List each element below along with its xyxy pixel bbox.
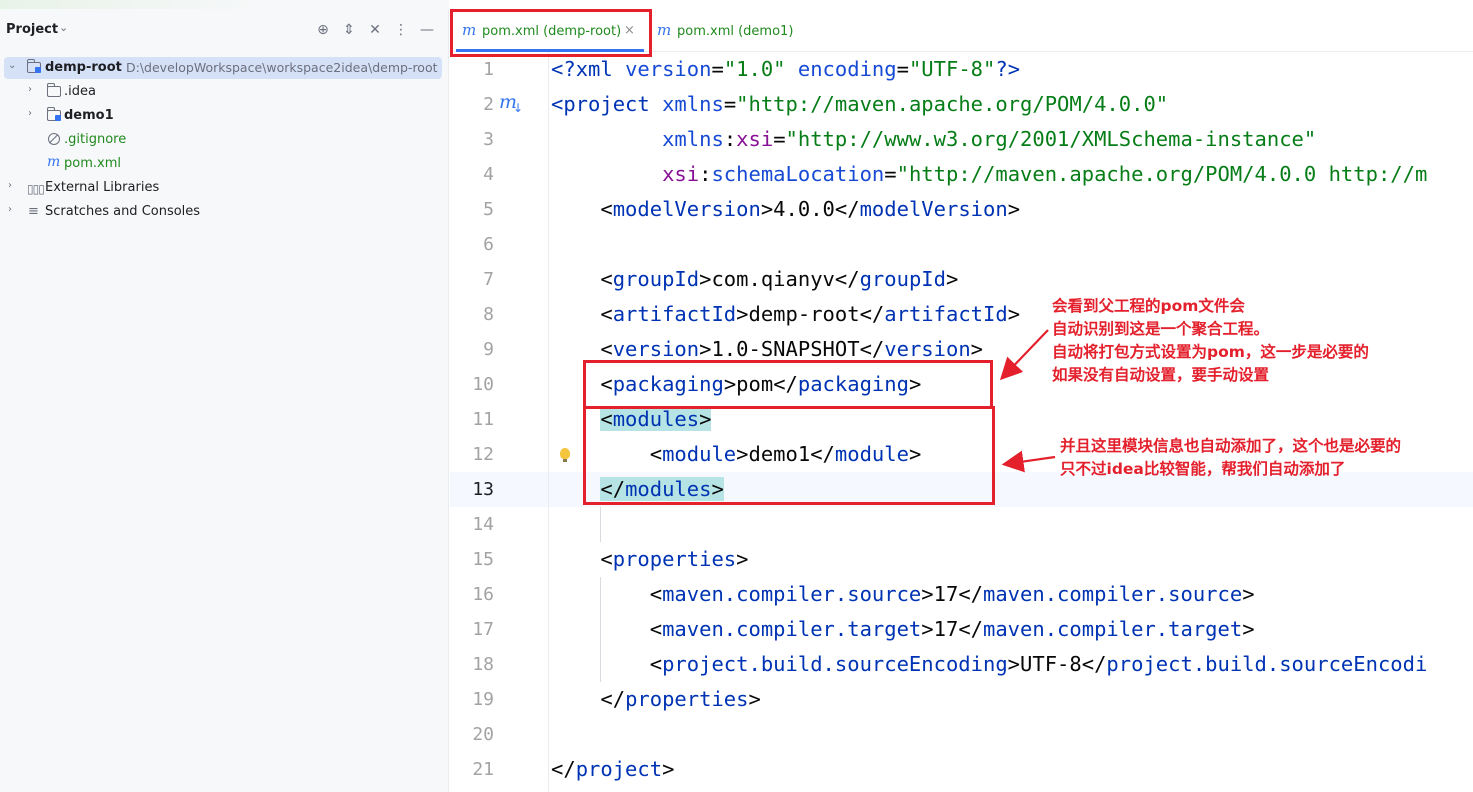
sidebar-top-strip [0, 0, 449, 9]
tree-item-idea[interactable]: › .idea [4, 81, 442, 103]
line-number: 15 [472, 549, 494, 570]
line-number: 17 [472, 619, 494, 640]
line-number: 13 [472, 479, 494, 500]
tab-label: pom.xml (demo1) [677, 24, 794, 39]
chevron-right-icon[interactable]: › [8, 204, 12, 215]
note-line: 并且这里模块信息也自动添加了，这个也是必要的 [1060, 437, 1402, 455]
annotation-note-packaging: 会看到父工程的pom文件会 自动识别到这是一个聚合工程。 自动将打包方式设置为p… [1052, 295, 1369, 387]
line-number: 1 [483, 59, 494, 80]
note-line: 自动将打包方式设置为pom，这一步是必要的 [1052, 343, 1369, 361]
line-number: 19 [472, 689, 494, 710]
tree-item-label: demo1 [64, 108, 114, 123]
note-line: 自动识别到这是一个聚合工程。 [1052, 320, 1270, 338]
line-number: 3 [483, 129, 494, 150]
line-number: 21 [472, 759, 494, 780]
chevron-down-icon[interactable]: ⌄ [8, 60, 16, 71]
code-line: 1 <?xml version="1.0" encoding="UTF-8"?> [450, 52, 1473, 87]
code-line: 17 <maven.compiler.target>17</maven.comp… [450, 612, 1473, 647]
annotation-note-modules: 并且这里模块信息也自动添加了，这个也是必要的 只不过idea比较智能，帮我们自动… [1060, 435, 1401, 481]
tree-item-label: External Libraries [45, 180, 160, 195]
line-number: 8 [483, 304, 494, 325]
code-line: 20 [450, 717, 1473, 752]
line-number: 5 [483, 199, 494, 220]
project-header: Project ⌄ ⊕ ⇕ ✕ ⋮ — [0, 18, 449, 44]
note-line: 如果没有自动设置，要手动设置 [1052, 366, 1270, 384]
line-number: 4 [483, 164, 494, 185]
code-line: 21 </project> [450, 752, 1473, 787]
note-line: 会看到父工程的pom文件会 [1052, 297, 1245, 315]
line-number: 16 [472, 584, 494, 605]
tree-item-label: demp-root [45, 60, 122, 75]
line-number: 12 [472, 444, 494, 465]
annotation-box-packaging [583, 360, 993, 409]
tree-item-demp-root[interactable]: ⌄ demp-root D:\developWorkspace\workspac… [4, 57, 442, 79]
annotation-box-modules [583, 406, 995, 505]
line-number: 6 [483, 234, 494, 255]
code-line: 3 xmlns:xsi="http://www.w3.org/2001/XMLS… [450, 122, 1473, 157]
code-line: 19 </properties> [450, 682, 1473, 717]
tree-item-gitignore[interactable]: .gitignore [4, 129, 442, 151]
more-options-icon[interactable]: ⋮ [391, 20, 411, 40]
tree-item-label: Scratches and Consoles [45, 204, 201, 219]
annotation-box-tab [450, 9, 652, 57]
line-number: 14 [472, 514, 494, 535]
line-number: 10 [472, 374, 494, 395]
line-number: 9 [483, 339, 494, 360]
chevron-right-icon[interactable]: › [28, 108, 32, 119]
tree-item-path: D:\developWorkspace\workspace2idea\demp-… [126, 60, 438, 75]
tree-item-label: .gitignore [64, 132, 127, 147]
tab-pom-demo1[interactable]: m pom.xml (demo1) [650, 10, 800, 52]
code-line: 15 <properties> [450, 542, 1473, 577]
code-line: 2 m ↓ <project xmlns="http://maven.apach… [450, 87, 1473, 122]
code-line: 7 <groupId>com.qianyv</groupId> [450, 262, 1473, 297]
collapse-all-icon[interactable]: ✕ [365, 20, 385, 40]
line-number: 20 [472, 724, 494, 745]
library-icon: ▯▯▯ [27, 182, 45, 196]
tree-item-label: .idea [64, 84, 96, 99]
tree-item-external-libraries[interactable]: › ▯▯▯ External Libraries [4, 177, 442, 199]
folder-icon [46, 83, 62, 99]
code-line: 4 xsi:schemaLocation="http://maven.apach… [450, 157, 1473, 192]
scratches-icon: ≡ [28, 204, 39, 219]
code-line: 14 [450, 507, 1473, 542]
line-number: 11 [472, 409, 494, 430]
code-line: 16 <maven.compiler.source>17</maven.comp… [450, 577, 1473, 612]
ignore-file-icon [46, 131, 62, 147]
line-number: 18 [472, 654, 494, 675]
module-folder-icon [46, 107, 62, 123]
minimize-icon[interactable]: — [417, 20, 437, 40]
code-line: 18 <project.build.sourceEncoding>UTF-8</… [450, 647, 1473, 682]
note-line: 只不过idea比较智能，帮我们自动添加了 [1060, 460, 1346, 478]
arrow-down-icon: ↓ [513, 101, 524, 115]
expand-all-icon[interactable]: ⇕ [339, 20, 359, 40]
project-tool-window: Project ⌄ ⊕ ⇕ ✕ ⋮ — ⌄ demp-root D:\devel… [0, 0, 449, 792]
tree-item-pom-xml[interactable]: m pom.xml [4, 153, 442, 175]
chevron-right-icon[interactable]: › [8, 180, 12, 191]
tree-item-label: pom.xml [64, 156, 121, 171]
chevron-right-icon[interactable]: › [28, 84, 32, 95]
code-line: 5 <modelVersion>4.0.0</modelVersion> [450, 192, 1473, 227]
line-number: 2 [483, 94, 494, 115]
chevron-down-icon[interactable]: ⌄ [59, 21, 68, 34]
project-view-title[interactable]: Project [6, 22, 58, 37]
code-line: 6 [450, 227, 1473, 262]
module-folder-icon [26, 59, 42, 75]
maven-file-icon: m [657, 21, 672, 39]
line-number: 7 [483, 269, 494, 290]
maven-file-icon: m [47, 154, 61, 170]
tree-item-demo1[interactable]: › demo1 [4, 105, 442, 127]
tree-item-scratches[interactable]: › ≡ Scratches and Consoles [4, 201, 442, 223]
locate-icon[interactable]: ⊕ [313, 20, 333, 40]
